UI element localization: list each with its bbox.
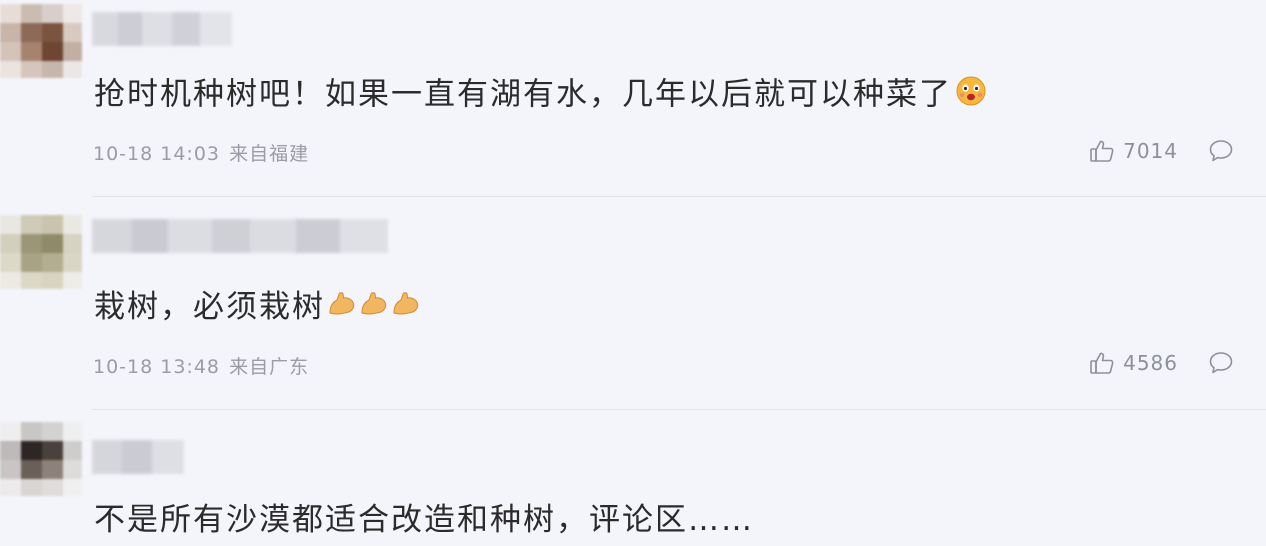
flexed-biceps-emoji (391, 289, 421, 329)
reply-button[interactable] (1208, 138, 1234, 164)
comment-location: 来自广东 (229, 356, 310, 378)
comment-meta: 10-18 13:48 来自广东 (93, 352, 309, 379)
thumbs-up-icon (1089, 138, 1115, 164)
avatar[interactable] (0, 215, 82, 289)
face-emoji (954, 74, 988, 118)
flexed-biceps-emoji (359, 289, 389, 329)
thumbs-up-icon (1089, 350, 1115, 376)
comment-text: 不是所有沙漠都适合改造和种树，评论区…… (94, 502, 754, 538)
comment-actions: 4586 (1089, 348, 1234, 378)
comment-text: 栽树，必须栽树 (94, 287, 421, 329)
username-redacted[interactable] (92, 219, 388, 253)
username-redacted[interactable] (92, 440, 184, 474)
flexed-biceps-emoji (327, 289, 357, 329)
comment-item: 抢时机种树吧！如果一直有湖有水，几年以后就可以种菜了 10-18 14:03 来… (0, 0, 1266, 196)
comment-item: 不是所有沙漠都适合改造和种树，评论区…… (0, 410, 1266, 546)
comment-bubble-icon (1208, 350, 1234, 376)
comment-actions: 7014 (1089, 136, 1234, 166)
reply-button[interactable] (1208, 350, 1234, 376)
comment-text: 抢时机种树吧！如果一直有湖有水，几年以后就可以种菜了 (94, 74, 988, 118)
like-button[interactable]: 4586 (1089, 350, 1178, 376)
avatar[interactable] (0, 4, 82, 78)
comment-item: 栽树，必须栽树 10-18 13:48 来自广东 4586 (0, 197, 1266, 409)
username-redacted[interactable] (92, 12, 232, 46)
comment-date: 10-18 14:03 (93, 143, 221, 165)
comment-location: 来自福建 (229, 143, 310, 165)
comment-date: 10-18 13:48 (93, 356, 221, 378)
comment-meta: 10-18 14:03 来自福建 (93, 139, 309, 166)
like-count: 7014 (1123, 139, 1178, 163)
comment-bubble-icon (1208, 138, 1234, 164)
like-button[interactable]: 7014 (1089, 138, 1178, 164)
avatar[interactable] (0, 422, 82, 496)
like-count: 4586 (1123, 351, 1178, 375)
